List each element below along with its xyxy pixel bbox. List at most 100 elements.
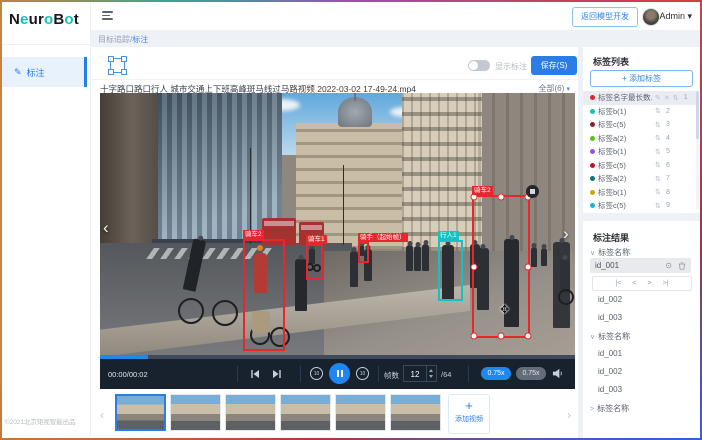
collapse-icon: > [590,406,594,413]
volume-icon[interactable] [552,368,563,379]
video-thumbnail[interactable] [170,394,221,431]
first-page-icon[interactable]: |< [616,280,622,287]
next-page-icon[interactable]: > [648,280,652,287]
sort-icon[interactable]: ⇅ [655,107,661,115]
result-group[interactable]: ∨标签名称 [590,247,630,258]
sort-icon[interactable]: ⇅ [655,188,661,196]
history-icon[interactable]: ⊙ [665,262,672,270]
resize-handle[interactable] [525,263,532,270]
avatar[interactable] [642,8,660,26]
annotation-label[interactable]: 骑手（起始帧） [358,233,408,242]
label-list-item[interactable]: 标签a(2)⇅7 [583,172,696,186]
annotation-box[interactable] [243,239,285,351]
add-video-button[interactable]: + 添加视频 [448,394,490,434]
next-frame-icon[interactable] [272,369,282,379]
label-index: 5 [664,148,670,155]
label-list-item[interactable]: 标签b(1)⇅8 [583,186,696,200]
chevron-right-icon[interactable]: › [563,225,569,242]
result-group[interactable]: ∨标签名称 [590,331,630,342]
user-menu[interactable]: Admin ▾ [659,11,692,22]
pedestrian-silhouette [541,248,547,266]
annotation-box[interactable] [438,240,463,301]
result-item[interactable]: id_003 [598,385,622,394]
bounding-box-tool-icon[interactable] [110,58,125,73]
sort-icon[interactable]: ⇅ [655,148,661,156]
annotation-box[interactable] [306,244,323,280]
video-canvas[interactable]: 骑车2 骑车1 骑手（起始帧） 行人1 骑车2 ✥ ‹ › [100,93,575,355]
bicycle-wheel [178,298,204,324]
video-thumbnail[interactable] [225,394,276,431]
sidebar-item-annotate[interactable]: ✎ 标注 [0,57,87,87]
video-thumbnail-selected[interactable] [115,394,166,431]
sort-icon[interactable]: ⇅ [655,175,661,183]
back-to-model-dev-button[interactable]: 返回模型开发 [572,7,638,27]
resize-handle[interactable] [525,333,532,340]
filmstrip-next-icon[interactable]: › [563,396,575,434]
menu-fold-icon[interactable] [102,11,113,20]
annotation-box-selected[interactable] [472,195,530,338]
prev-frame-icon[interactable] [250,369,260,379]
label-list-item[interactable]: 标签名字最长数... ✎ ✕ ⇅ 1 [583,91,696,105]
sort-icon[interactable]: ⇅ [673,94,679,102]
speed-button[interactable]: 0.75x [516,367,546,380]
expand-icon: ∨ [590,250,595,257]
label-list-item[interactable]: 标签a(2)⇅4 [583,132,696,146]
sort-icon[interactable]: ⇅ [655,202,661,210]
pedestrian-silhouette [531,247,537,267]
last-page-icon[interactable]: >| [663,280,669,287]
speed-button-active[interactable]: 0.75x [481,367,511,380]
label-list-item[interactable]: 标签b(1)⇅2 [583,105,696,119]
label-list-item[interactable]: 标签c(5)⇅6 [583,159,696,173]
divider [300,366,301,382]
filmstrip-prev-icon[interactable]: ‹ [96,396,108,434]
sidebar: NeuroBot ✎ 标注 ©2021北京矩视智能出品 [0,0,91,436]
toggle-label: 显示标注 [495,61,527,72]
annotation-label[interactable]: 骑车1 [306,235,327,244]
app-logo: NeuroBot [9,11,79,28]
pause-button[interactable] [329,363,350,384]
show-annotations-toggle[interactable] [468,60,490,71]
result-item[interactable]: id_002 [598,367,622,376]
rewind-10-icon[interactable]: 10 [310,367,323,380]
annotation-label[interactable]: 行人1 [438,231,459,240]
add-label-button[interactable]: + 添加标签 [590,70,693,87]
resize-handle[interactable] [471,333,478,340]
label-list-item[interactable]: 标签c(5)⇅9 [583,199,696,213]
video-thumbnail[interactable] [390,394,441,431]
breadcrumb-parent[interactable]: 目标追踪 [98,35,130,44]
chevron-left-icon[interactable]: ‹ [103,219,109,236]
label-list-item[interactable]: 标签c(5)⇅3 [583,118,696,132]
resize-handle[interactable] [498,194,505,201]
delete-icon[interactable]: ✕ [664,94,670,102]
result-item[interactable]: id_001 [598,349,622,358]
result-item[interactable]: id_003 [598,313,622,322]
annotation-workspace: 显示标注 保存(S) 十字路口路口行人 城市交通上下班高峰斑马线过马路视频 20… [90,47,578,438]
frame-number-input[interactable]: 12 [403,365,427,382]
sort-icon[interactable]: ⇅ [655,134,661,142]
pedestrian-silhouette [350,251,358,287]
video-thumbnail[interactable] [335,394,386,431]
forward-10-icon[interactable]: 10 [356,367,369,380]
label-list-item[interactable]: 标签b(1)⇅5 [583,145,696,159]
result-item-selected[interactable]: id_001 ⊙ [590,258,691,273]
divider [90,79,578,80]
result-item[interactable]: id_002 [598,295,622,304]
annotation-box[interactable] [358,242,369,263]
prev-page-icon[interactable]: < [632,280,636,287]
scrollbar-thumb[interactable] [696,91,699,139]
frame-number-stepper[interactable] [427,365,437,382]
divider [468,366,469,382]
resize-handle[interactable] [498,333,505,340]
sort-icon[interactable]: ⇅ [655,161,661,169]
annotation-label[interactable]: 骑车2 [243,230,264,239]
annotation-label-selected[interactable]: 骑车2 [472,186,493,195]
trash-icon[interactable] [678,262,686,270]
resize-handle[interactable] [471,263,478,270]
save-button[interactable]: 保存(S) [531,56,577,75]
sort-icon[interactable]: ⇅ [655,121,661,129]
video-thumbnail[interactable] [280,394,331,431]
result-group-collapsed[interactable]: >标签名称 [590,403,629,414]
edit-icon[interactable]: ✎ [655,94,661,102]
caret-down-icon: ▾ [566,86,570,93]
scrollbar[interactable] [696,91,699,209]
